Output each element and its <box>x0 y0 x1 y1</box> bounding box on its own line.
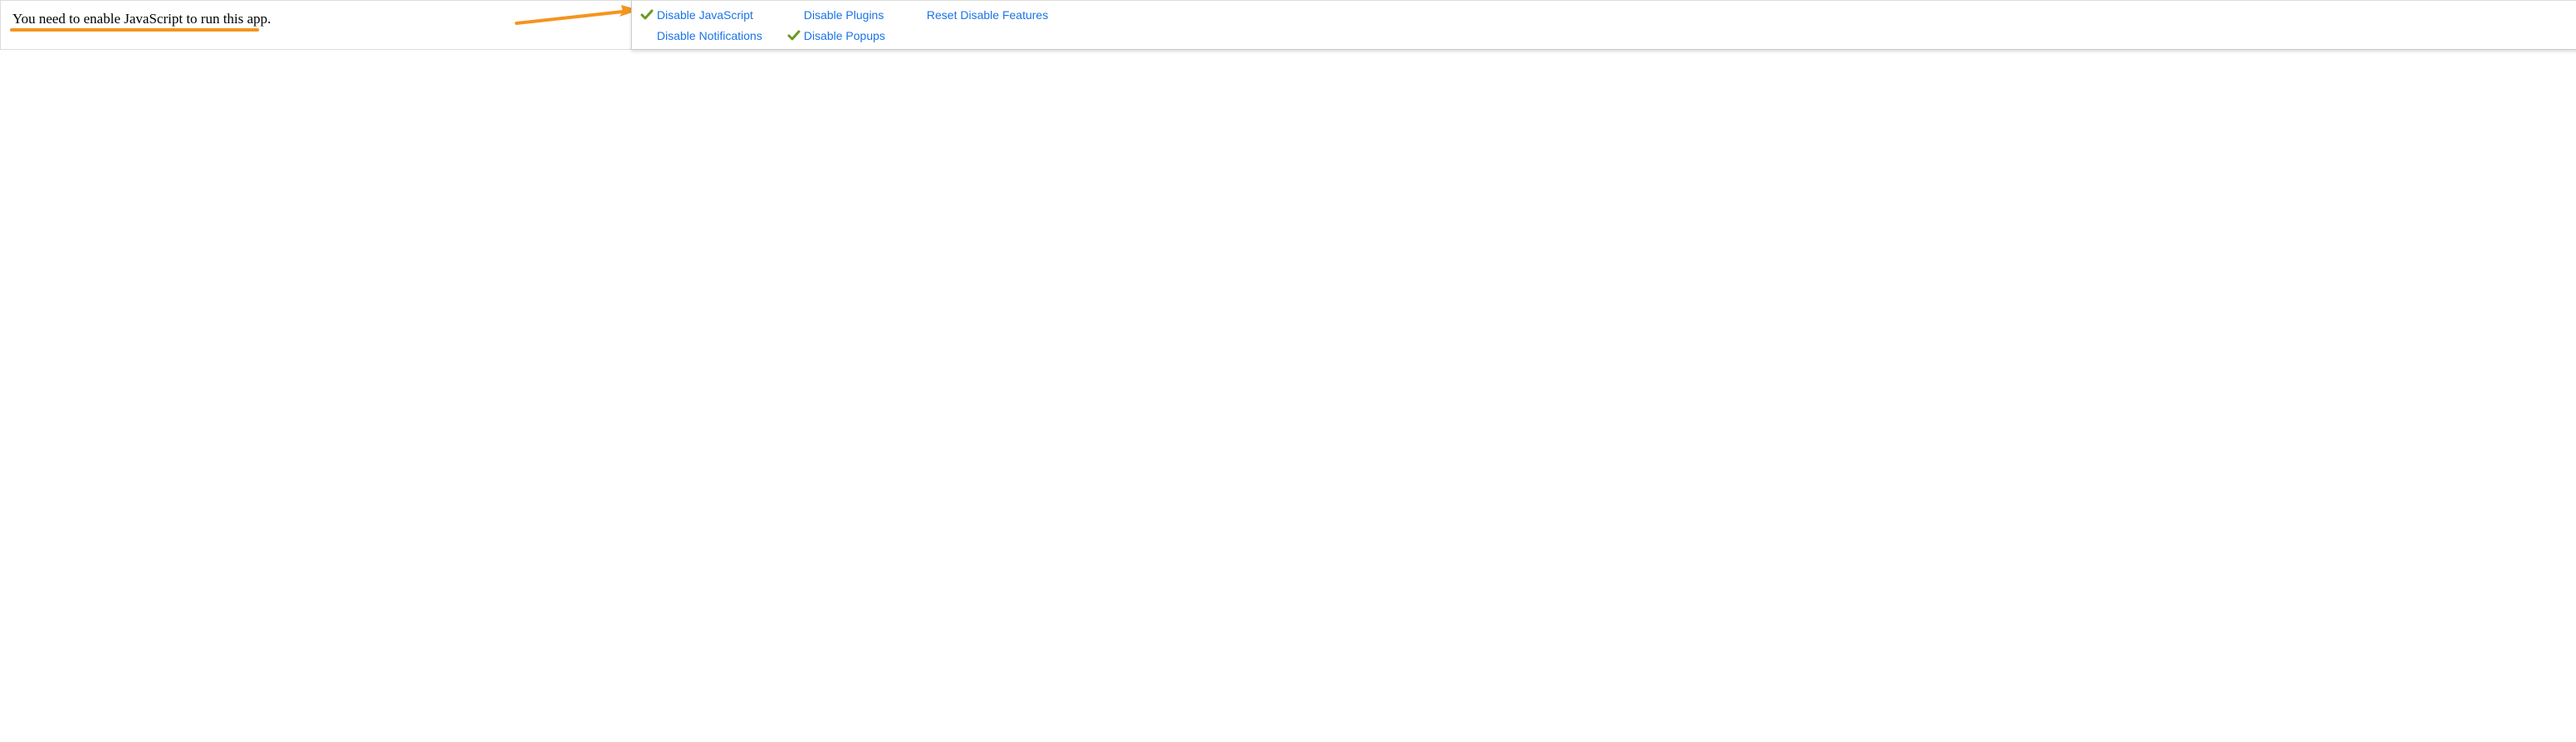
check-icon-empty <box>787 8 801 22</box>
reset-disable-features-item[interactable]: Reset Disable Features <box>910 6 1048 24</box>
disable-javascript-item[interactable]: Disable JavaScript <box>640 6 762 23</box>
check-icon-empty <box>910 8 923 22</box>
devtools-disable-panel: Disable JavaScript Disable Notifications… <box>631 0 2576 50</box>
disable-notifications-link[interactable]: Disable Notifications <box>657 29 762 42</box>
check-icon <box>640 8 654 22</box>
disable-notifications-item[interactable]: Disable Notifications <box>640 27 762 44</box>
disable-javascript-link[interactable]: Disable JavaScript <box>657 8 753 22</box>
disable-popups-item[interactable]: Disable Popups <box>787 27 885 44</box>
panel-column-1: Disable JavaScript Disable Notifications <box>640 6 762 44</box>
disable-popups-link[interactable]: Disable Popups <box>804 29 885 42</box>
disable-plugins-link[interactable]: Disable Plugins <box>804 8 884 22</box>
check-icon-empty <box>640 29 654 42</box>
javascript-disabled-message: You need to enable JavaScript to run thi… <box>12 11 271 27</box>
panel-column-2: Disable Plugins Disable Popups <box>787 6 885 44</box>
panel-column-3: Reset Disable Features <box>910 6 1048 44</box>
check-icon <box>787 29 801 42</box>
annotation-underline <box>10 28 259 32</box>
reset-disable-features-link[interactable]: Reset Disable Features <box>927 8 1048 22</box>
disable-plugins-item[interactable]: Disable Plugins <box>787 6 885 23</box>
